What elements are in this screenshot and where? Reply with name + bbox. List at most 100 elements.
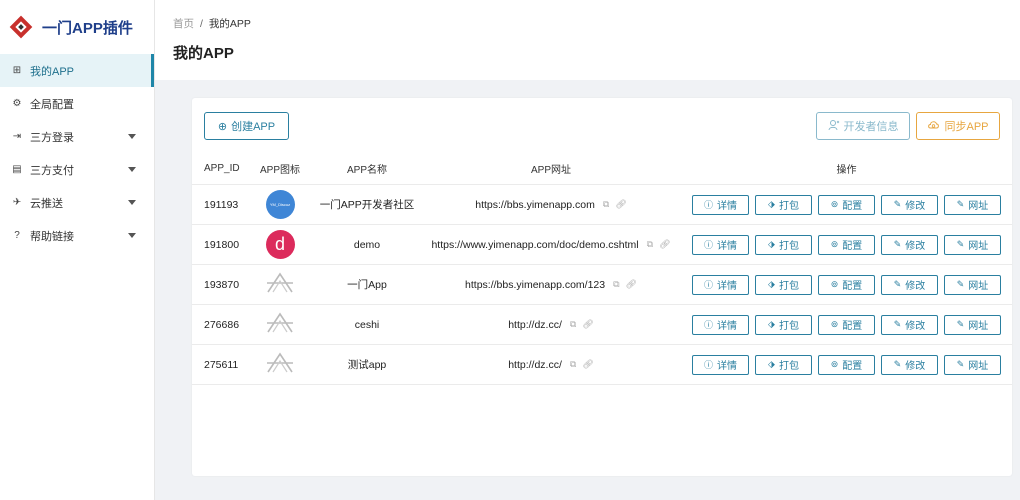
config-button[interactable]: ⊚ 配置 <box>818 234 875 255</box>
config-button[interactable]: ⊚ 配置 <box>818 194 875 215</box>
package-button[interactable]: ⬗ 打包 <box>755 234 812 255</box>
copy-icon[interactable]: ⧉ <box>613 279 619 290</box>
sidebar-item-label: 云推送 <box>30 197 63 210</box>
table-row: 275611 测试app http://dz.cc/ ⧉ 🔗︎ ⓘ 详情 ⬗ 打包 … <box>192 345 1012 385</box>
app-url-text: https://www.yimenapp.com/doc/demo.cshtml <box>431 238 639 251</box>
sidebar-item-label: 我的APP <box>30 65 75 78</box>
url-label: 网址 <box>968 241 989 252</box>
sidebar-item-cloud-push[interactable]: ✈ 云推送 <box>0 186 154 219</box>
chevron-down-icon <box>128 233 136 238</box>
app-icon-cell: d <box>252 225 308 264</box>
info-icon: ⓘ <box>703 320 713 330</box>
user-icon <box>828 119 840 134</box>
url-label: 网址 <box>968 361 989 372</box>
edit-button[interactable]: ✎ 修改 <box>881 194 938 215</box>
url-button[interactable]: ✎ 网址 <box>944 234 1001 255</box>
edit-button[interactable]: ✎ 修改 <box>881 314 938 335</box>
package-button[interactable]: ⬗ 打包 <box>755 274 812 295</box>
detail-button[interactable]: ⓘ 详情 <box>692 274 749 295</box>
pencil-icon: ✎ <box>956 359 965 369</box>
pencil-icon: ✎ <box>956 239 965 249</box>
url-label: 网址 <box>968 281 989 292</box>
link-icon[interactable]: 🔗︎ <box>615 199 626 210</box>
column-header-icon: APP图标 <box>259 165 300 176</box>
breadcrumb: 首页 / 我的APP <box>173 16 251 31</box>
sidebar-item-global-config[interactable]: ⚙ 全局配置 <box>0 87 154 120</box>
url-button[interactable]: ✎ 网址 <box>944 354 1001 375</box>
detail-label: 详情 <box>717 281 737 292</box>
app-table: APP_ID APP图标 APP名称 APP网址 操作 191193 YM_Di… <box>192 153 1012 385</box>
edit-button[interactable]: ✎ 修改 <box>881 234 938 255</box>
edit-label: 修改 <box>905 361 926 372</box>
developer-info-button[interactable]: 开发者信息 <box>816 112 910 140</box>
logo-icon <box>9 15 33 39</box>
config-button[interactable]: ⊚ 配置 <box>818 274 875 295</box>
login-icon: ⇥ <box>12 131 22 142</box>
logo-text: 一门APP插件 <box>42 19 133 37</box>
settings-icon: ⚙ <box>12 98 22 109</box>
config-button[interactable]: ⊚ 配置 <box>818 354 875 375</box>
table-row: 276686 ceshi http://dz.cc/ ⧉ 🔗︎ ⓘ 详情 ⬗ 打包 … <box>192 305 1012 345</box>
pencil-icon: ✎ <box>956 279 965 289</box>
detail-button[interactable]: ⓘ 详情 <box>692 234 749 255</box>
edit-button[interactable]: ✎ 修改 <box>881 274 938 295</box>
app-url-cell: http://dz.cc/ ⧉ 🔗︎ <box>422 345 680 384</box>
config-button[interactable]: ⊚ 配置 <box>818 314 875 335</box>
ops-cell: ⓘ 详情 ⬗ 打包 ⊚ 配置 ✎ 修改 ✎ 网址 <box>689 185 1004 224</box>
copy-icon[interactable]: ⧉ <box>570 319 576 330</box>
info-icon: ⓘ <box>703 200 713 210</box>
app-url-cell: https://bbs.yimenapp.com/123 ⧉ 🔗︎ <box>422 265 680 304</box>
edit-button[interactable]: ✎ 修改 <box>881 354 938 375</box>
app-name-cell: 一门App <box>347 279 387 291</box>
link-icon[interactable]: 🔗︎ <box>582 319 593 330</box>
sidebar-item-my-app[interactable]: ⊞ 我的APP <box>0 54 154 87</box>
url-button[interactable]: ✎ 网址 <box>944 314 1001 335</box>
url-button[interactable]: ✎ 网址 <box>944 274 1001 295</box>
package-button[interactable]: ⬗ 打包 <box>755 354 812 375</box>
copy-icon[interactable]: ⧉ <box>570 359 576 370</box>
detail-button[interactable]: ⓘ 详情 <box>692 314 749 335</box>
link-icon[interactable]: 🔗︎ <box>582 359 593 370</box>
copy-icon[interactable]: ⧉ <box>647 239 653 250</box>
app-id-cell: 193870 <box>204 278 240 291</box>
cloud-sync-icon <box>927 119 940 133</box>
sync-app-button[interactable]: 同步APP <box>916 112 1000 140</box>
app-name-cell: 测试app <box>347 359 387 371</box>
table-header-row: APP_ID APP图标 APP名称 APP网址 操作 <box>192 153 1012 185</box>
pencil-icon: ✎ <box>956 199 965 209</box>
link-icon[interactable]: 🔗︎ <box>659 239 670 250</box>
breadcrumb-home-link[interactable]: 首页 <box>173 18 194 30</box>
detail-label: 详情 <box>717 361 737 372</box>
url-button[interactable]: ✎ 网址 <box>944 194 1001 215</box>
package-button[interactable]: ⬗ 打包 <box>755 314 812 335</box>
app-url-cell: https://www.yimenapp.com/doc/demo.cshtml… <box>422 225 680 264</box>
package-label: 打包 <box>778 201 799 212</box>
pencil-icon: ✎ <box>956 319 965 329</box>
package-icon: ⬗ <box>768 279 775 289</box>
app-id-cell: 275611 <box>204 358 239 371</box>
pencil-icon: ✎ <box>893 239 902 249</box>
copy-icon[interactable]: ⧉ <box>603 199 609 210</box>
app-list-card: ⊕ 创建APP 开发者信息 同步APP APP_ID APP图标 APP名称 A… <box>192 98 1012 476</box>
url-label: 网址 <box>968 201 989 212</box>
package-icon: ⬗ <box>768 359 775 369</box>
package-label: 打包 <box>778 281 799 292</box>
sidebar-item-help-links[interactable]: ? 帮助链接 <box>0 219 154 252</box>
pencil-icon: ✎ <box>893 319 902 329</box>
sidebar-item-third-party-payment[interactable]: ▤ 三方支付 <box>0 153 154 186</box>
app-url-cell: http://dz.cc/ ⧉ 🔗︎ <box>422 305 680 344</box>
info-icon: ⓘ <box>703 240 713 250</box>
table-row: 191193 YM_Discuz 一门APP开发者社区 https://bbs.… <box>192 185 1012 225</box>
detail-button[interactable]: ⓘ 详情 <box>692 354 749 375</box>
developer-info-label: 开发者信息 <box>843 121 899 133</box>
package-button[interactable]: ⬗ 打包 <box>755 194 812 215</box>
sidebar-item-third-party-login[interactable]: ⇥ 三方登录 <box>0 120 154 153</box>
app-name-cell: 一门APP开发者社区 <box>319 199 415 211</box>
app-icon-cell: YM_Discuz <box>252 185 308 224</box>
create-app-button[interactable]: ⊕ 创建APP <box>204 112 289 140</box>
detail-button[interactable]: ⓘ 详情 <box>692 194 749 215</box>
pencil-icon: ✎ <box>893 359 902 369</box>
app-store-placeholder-icon <box>265 352 295 377</box>
create-app-label: 创建APP <box>231 121 276 133</box>
link-icon[interactable]: 🔗︎ <box>626 279 637 290</box>
